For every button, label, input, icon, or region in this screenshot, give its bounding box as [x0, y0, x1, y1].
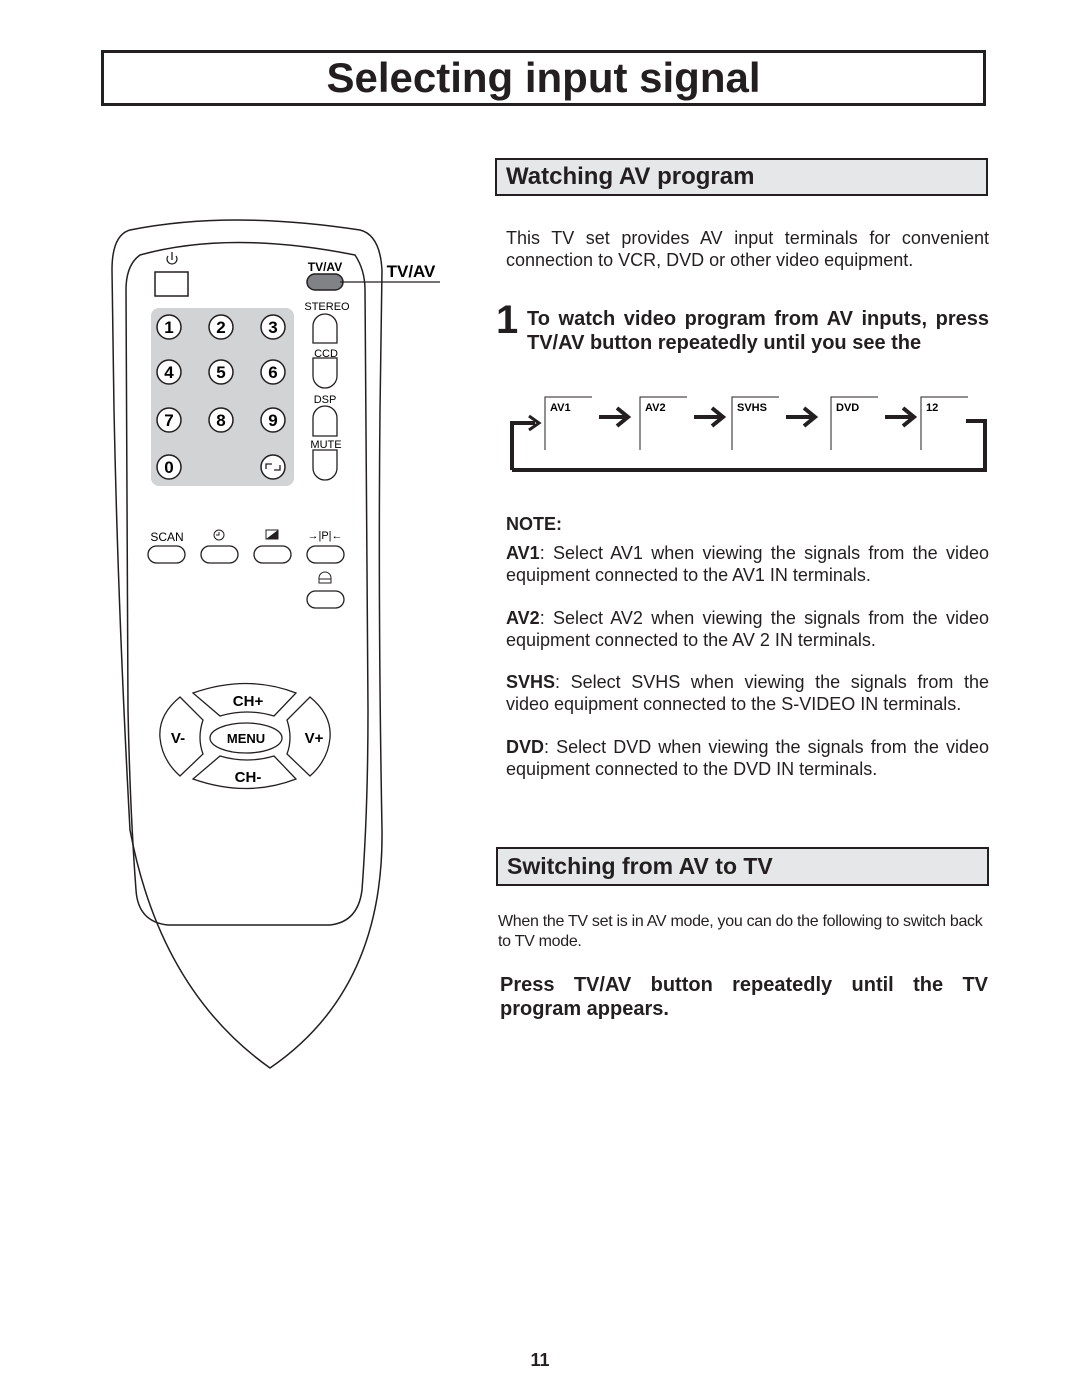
- digit-button-3[interactable]: 3: [260, 314, 286, 340]
- note-av2: AV2: Select AV2 when viewing the signals…: [506, 607, 989, 651]
- cycle-label-av2: AV2: [645, 402, 666, 414]
- digit-button-9[interactable]: 9: [260, 407, 286, 433]
- callout-label: TV/AV: [387, 262, 436, 281]
- note-term: SVHS: [506, 672, 556, 692]
- digit-label: 0: [164, 458, 173, 477]
- cycle-arrow-icon: [885, 406, 918, 428]
- ccd-button[interactable]: [312, 357, 338, 389]
- digit-label: 5: [216, 363, 225, 382]
- cycle-label-svhs: SVHS: [737, 402, 767, 414]
- note-dvd: DVD: Select DVD when viewing the signals…: [506, 736, 989, 780]
- input-cycle-diagram: AV1 AV2 SVHS DVD 12: [510, 396, 987, 472]
- volume-up-label: V+: [305, 730, 324, 747]
- tv-av-button[interactable]: [306, 273, 344, 291]
- digit-label: 4: [164, 363, 174, 382]
- return-path: [512, 419, 987, 472]
- switching-instruction: Press TV/AV button repeatedly until the …: [500, 974, 988, 1020]
- digit-button-4[interactable]: 4: [156, 359, 182, 385]
- power-button[interactable]: [154, 252, 189, 297]
- menu-label: MENU: [227, 731, 265, 746]
- digit-label: 6: [268, 363, 277, 382]
- cycle-label-dvd: DVD: [836, 402, 859, 414]
- switching-heading-text: Switching from AV to TV: [507, 853, 773, 879]
- timer-button[interactable]: [200, 545, 239, 564]
- step-number: 1: [496, 298, 519, 342]
- pp-label: →|P|←: [307, 530, 342, 542]
- watching-av-heading-text: Watching AV program: [506, 163, 755, 190]
- note-term: AV1: [506, 543, 540, 563]
- pp-button[interactable]: [306, 545, 345, 564]
- digit-button-8[interactable]: 8: [208, 407, 234, 433]
- note-term: AV2: [506, 608, 540, 628]
- note-term: DVD: [506, 737, 545, 757]
- note-text: : Select SVHS when viewing the signals f…: [506, 672, 989, 714]
- stereo-label: STEREO: [304, 301, 350, 313]
- stereo-button[interactable]: [312, 313, 338, 344]
- lock-icon: [318, 571, 332, 584]
- digit-label: 1: [164, 318, 173, 337]
- mute-label: MUTE: [310, 439, 341, 451]
- note-av1: AV1: Select AV1 when viewing the signals…: [506, 542, 989, 586]
- digit-button-0[interactable]: 0: [156, 454, 182, 480]
- digit-button-1[interactable]: 1: [156, 314, 182, 340]
- page-title-box: Selecting input signal: [101, 50, 986, 106]
- picture-mode-button[interactable]: [253, 545, 292, 564]
- scan-button[interactable]: [147, 545, 186, 564]
- digit-button-2[interactable]: 2: [208, 314, 234, 340]
- note-text: : Select DVD when viewing the signals fr…: [506, 737, 989, 779]
- remote-control-illustration: TV/AV TV/AV STEREO CCD DSP MUTE 1 2 34 5 67 8…: [111, 219, 440, 1069]
- page-title: Selecting input signal: [326, 54, 761, 101]
- dsp-button[interactable]: [312, 405, 338, 437]
- volume-down-label: V-: [171, 730, 185, 747]
- switching-heading: Switching from AV to TV: [496, 847, 989, 886]
- ch-plus-label: CH+: [233, 693, 264, 710]
- tv-av-label: TV/AV: [308, 260, 342, 274]
- watching-av-heading: Watching AV program: [495, 158, 988, 196]
- digit-button-5[interactable]: 5: [208, 359, 234, 385]
- note-title: NOTE:: [506, 514, 562, 534]
- clock-icon: [213, 529, 225, 541]
- cycle-label-12: 12: [926, 402, 938, 414]
- digit-label: 3: [268, 318, 277, 337]
- note-text: : Select AV1 when viewing the signals fr…: [506, 543, 989, 585]
- picture-mode-icon: [265, 529, 279, 540]
- note-text: : Select AV2 when viewing the signals fr…: [506, 608, 989, 650]
- page-number: 11: [530, 1350, 550, 1370]
- scan-label: SCAN: [150, 530, 183, 544]
- cycle-arrow-icon: [599, 406, 632, 428]
- cycle-arrow-icon: [786, 406, 819, 428]
- watching-intro: This TV set provides AV input terminals …: [506, 228, 989, 270]
- digit-label: 2: [216, 318, 225, 337]
- digit-label: 8: [216, 411, 225, 430]
- digit-button-6[interactable]: 6: [260, 359, 286, 385]
- digit-label: 7: [164, 411, 173, 430]
- ch-minus-label: CH-: [235, 769, 262, 786]
- return-path-left: [510, 421, 535, 470]
- digit-label: 9: [268, 411, 277, 430]
- recall-button[interactable]: [260, 454, 286, 480]
- switching-intro: When the TV set is in AV mode, you can d…: [498, 913, 983, 950]
- note-svhs: SVHS: Select SVHS when viewing the signa…: [506, 671, 989, 715]
- cycle-arrow-icon: [694, 406, 727, 428]
- mute-button[interactable]: [312, 449, 338, 481]
- cycle-label-av1: AV1: [550, 402, 571, 414]
- digit-button-7[interactable]: 7: [156, 407, 182, 433]
- lock-button[interactable]: [306, 590, 345, 609]
- dsp-label: DSP: [314, 394, 337, 406]
- step-instruction: To watch video program from AV inputs, p…: [527, 308, 989, 354]
